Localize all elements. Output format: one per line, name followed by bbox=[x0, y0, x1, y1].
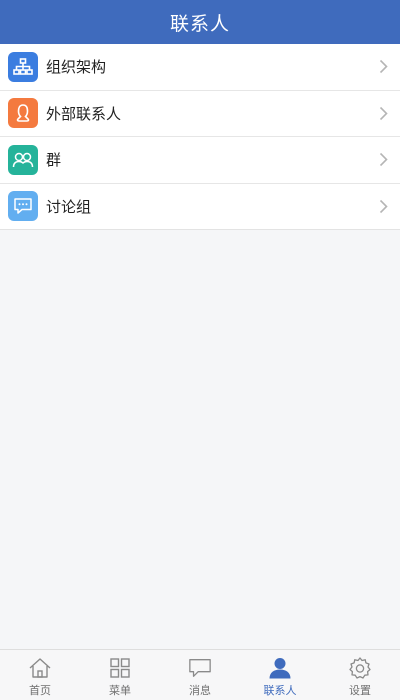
person-icon bbox=[268, 656, 292, 680]
list-item-label: 讨论组 bbox=[46, 197, 92, 216]
bottom-tab-bar: 首页 菜单 消息 联系人 设置 bbox=[0, 649, 400, 700]
contacts-screen: 联系人 组织架构 外部联系人 群 讨论组 首页 菜单 消息 联系人 设置 bbox=[0, 0, 400, 700]
gear-icon bbox=[348, 656, 372, 680]
header-bar: 联系人 bbox=[0, 0, 400, 44]
external-contact-icon bbox=[8, 98, 38, 129]
tab-label: 菜单 bbox=[109, 684, 131, 697]
list-item-discussion-groups[interactable]: 讨论组 bbox=[0, 183, 400, 230]
org-chart-icon bbox=[8, 51, 38, 82]
discussion-icon bbox=[8, 191, 38, 222]
chevron-right-icon bbox=[376, 196, 390, 216]
tab-contacts[interactable]: 联系人 bbox=[240, 650, 320, 700]
list-item-external-contacts[interactable]: 外部联系人 bbox=[0, 90, 400, 137]
tab-label: 联系人 bbox=[263, 684, 297, 697]
tab-menu[interactable]: 菜单 bbox=[80, 650, 160, 700]
contacts-list: 组织架构 外部联系人 群 讨论组 bbox=[0, 44, 400, 230]
group-icon bbox=[8, 144, 38, 175]
chevron-right-icon bbox=[376, 103, 390, 123]
chevron-right-icon bbox=[376, 150, 390, 170]
tab-messages[interactable]: 消息 bbox=[160, 650, 240, 700]
page-title: 联系人 bbox=[169, 12, 230, 35]
grid-icon bbox=[108, 656, 132, 680]
tab-label: 首页 bbox=[29, 684, 51, 697]
tab-label: 设置 bbox=[349, 684, 371, 697]
list-item-label: 组织架构 bbox=[46, 58, 107, 77]
tab-settings[interactable]: 设置 bbox=[320, 650, 400, 700]
chevron-right-icon bbox=[376, 57, 390, 77]
tab-label: 消息 bbox=[189, 684, 211, 697]
list-item-label: 群 bbox=[46, 151, 62, 170]
home-icon bbox=[28, 656, 52, 680]
tab-home[interactable]: 首页 bbox=[0, 650, 80, 700]
list-item-org-structure[interactable]: 组织架构 bbox=[0, 44, 400, 91]
list-item-label: 外部联系人 bbox=[46, 104, 122, 123]
list-item-groups[interactable]: 群 bbox=[0, 137, 400, 184]
message-icon bbox=[188, 656, 212, 680]
